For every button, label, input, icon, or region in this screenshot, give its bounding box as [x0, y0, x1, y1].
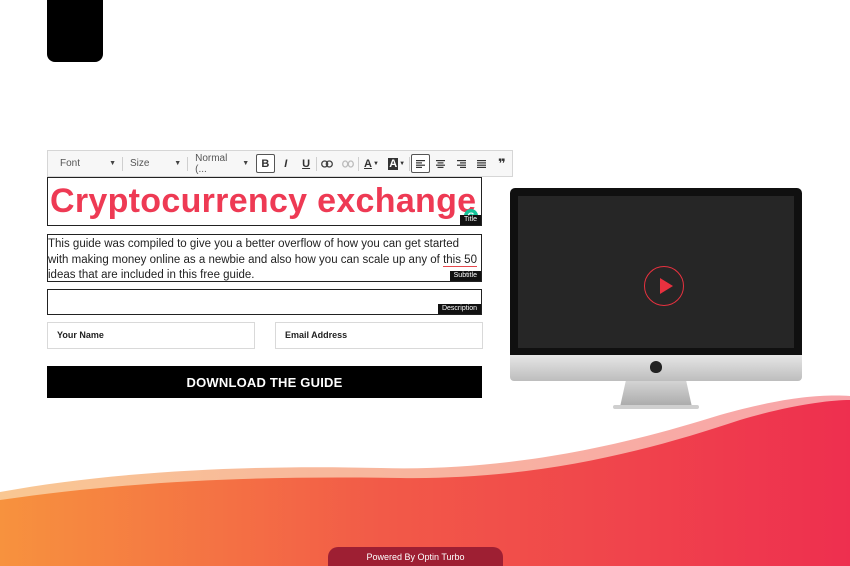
rich-text-toolbar: Font ▼ Size ▼ Normal (... ▼ B I U A ▼ A ▼ … [47, 150, 513, 177]
font-select-label: Font [60, 158, 81, 169]
play-button[interactable] [644, 266, 684, 306]
link-icon[interactable] [318, 154, 336, 173]
apple-logo-icon [650, 361, 662, 373]
page-title: Cryptocurrency exchange [50, 182, 477, 220]
name-field[interactable]: Your Name [47, 322, 255, 349]
description-tag: Description [437, 304, 481, 314]
size-select-label: Size [129, 158, 150, 169]
divider [409, 156, 411, 171]
size-select[interactable]: Size ▼ [123, 151, 187, 176]
align-center-icon[interactable] [432, 154, 450, 173]
decorative-wave [0, 395, 850, 566]
bg-color-label: A [388, 157, 399, 170]
play-icon [660, 278, 673, 294]
chevron-down-icon: ▼ [399, 160, 406, 167]
format-select[interactable]: Normal (... ▼ [188, 151, 255, 176]
underline-button[interactable]: U [297, 154, 315, 173]
font-color-label: A [364, 157, 372, 170]
subtitle-part: ideas that are included in this free gui… [48, 269, 255, 281]
align-right-icon[interactable] [452, 154, 470, 173]
monitor-chin [510, 355, 802, 381]
subtitle-editor[interactable]: This guide was compiled to give you a be… [47, 234, 482, 282]
chevron-down-icon: ▼ [109, 160, 116, 167]
chevron-down-icon: ▼ [242, 160, 250, 167]
subtitle-part: This guide was compiled to give you a be… [48, 238, 460, 266]
video-screen[interactable] [518, 196, 794, 348]
italic-button[interactable]: I [277, 154, 295, 173]
subtitle-tag: Subtitle [449, 271, 481, 281]
title-editor[interactable]: Cryptocurrency exchange G Title [47, 177, 482, 226]
quote-icon[interactable]: ❞ [493, 154, 511, 173]
logo-block [47, 0, 103, 62]
italic-label: I [284, 157, 288, 170]
divider [316, 156, 318, 171]
align-left-icon[interactable] [411, 154, 430, 173]
underline-label: U [302, 157, 311, 170]
description-editor[interactable]: Description [47, 289, 482, 315]
align-justify-icon[interactable] [472, 154, 490, 173]
quote-glyph: ❞ [497, 155, 506, 171]
subtitle-text: This guide was compiled to give you a be… [48, 237, 480, 284]
chevron-down-icon: ▼ [372, 160, 379, 167]
font-select[interactable]: Font ▼ [48, 151, 122, 176]
monitor-bezel [510, 188, 802, 355]
email-field[interactable]: Email Address [275, 322, 483, 349]
bold-button[interactable]: B [256, 154, 275, 173]
divider [357, 156, 359, 171]
format-select-label: Normal (... [195, 152, 228, 175]
background-color-button[interactable]: A ▼ [385, 154, 408, 173]
title-tag: Title [460, 215, 481, 225]
spellcheck-highlight: this 50 [443, 253, 477, 267]
font-color-button[interactable]: A ▼ [360, 154, 383, 173]
powered-by-badge[interactable]: Powered By Optin Turbo [328, 547, 503, 566]
chevron-down-icon: ▼ [174, 160, 182, 167]
bold-label: B [261, 157, 270, 170]
unlink-icon[interactable] [339, 154, 357, 173]
